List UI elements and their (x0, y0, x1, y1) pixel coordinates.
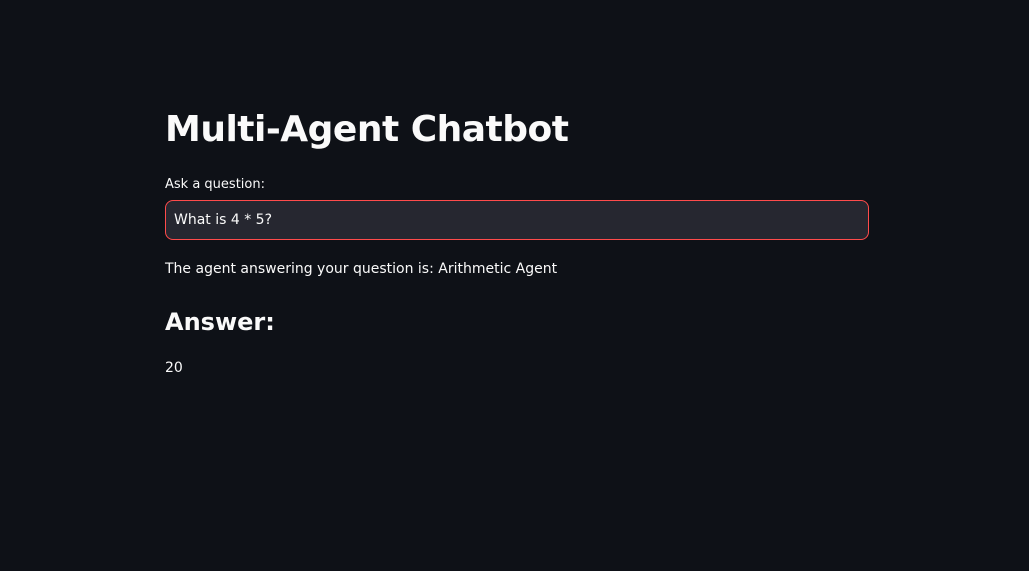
answer-heading: Answer: (165, 308, 275, 336)
page-title: Multi-Agent Chatbot (165, 109, 569, 150)
agent-info-text: The agent answering your question is: Ar… (165, 261, 558, 277)
answer-value: 20 (165, 360, 183, 376)
question-label: Ask a question: (165, 177, 265, 192)
question-input[interactable] (165, 200, 869, 240)
app-root: Multi-Agent Chatbot Ask a question: The … (0, 0, 1029, 571)
